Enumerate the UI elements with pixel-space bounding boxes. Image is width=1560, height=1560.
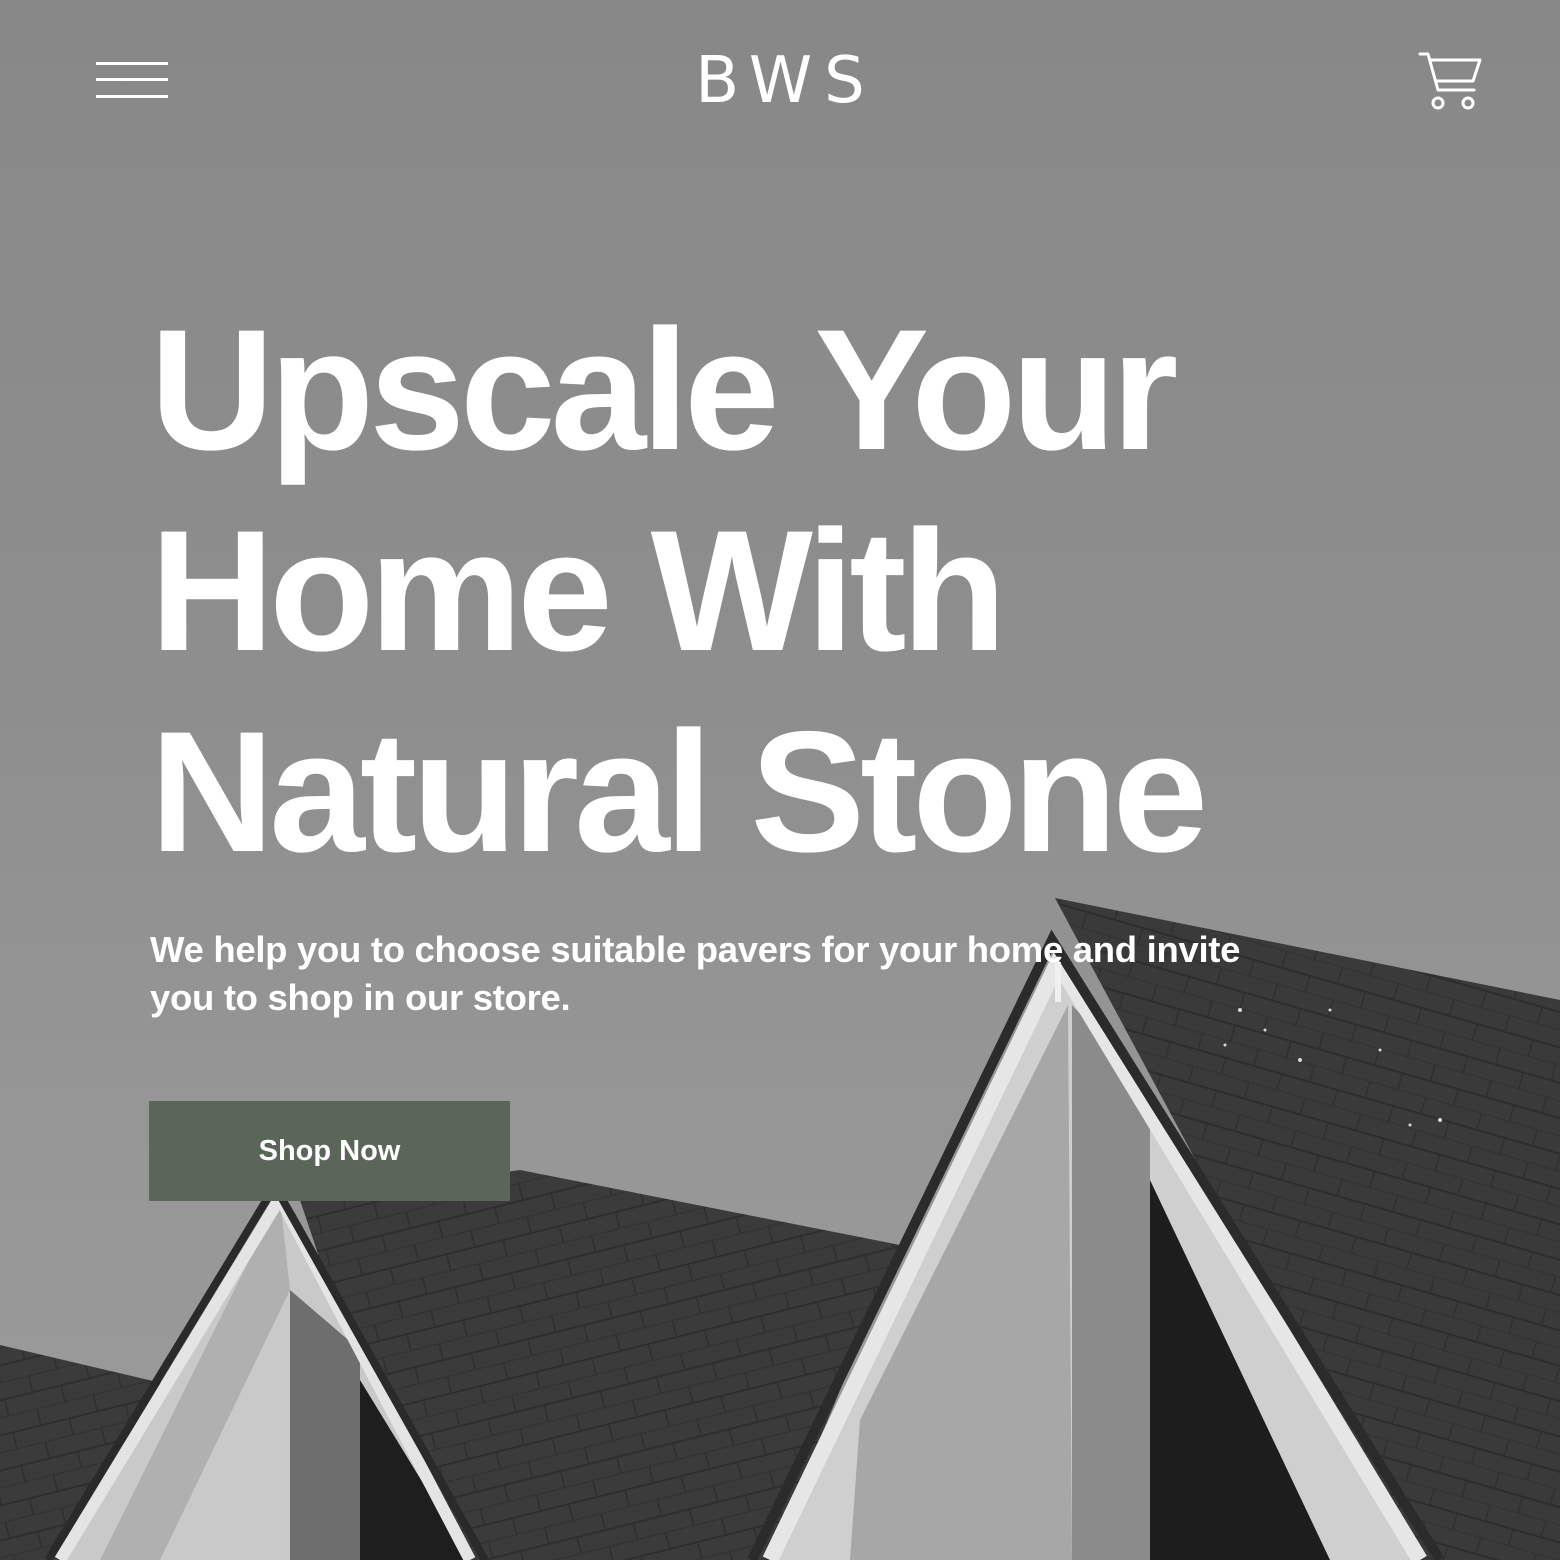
hero-subtext: We help you to choose suitable pavers fo… (150, 929, 1241, 1018)
headline-line-3: Natural Stone (150, 696, 1208, 888)
hero-page: BWS Upscale Your Home With Natural Stone… (0, 0, 1560, 1560)
hero-headline: Upscale Your Home With Natural Stone (150, 290, 1400, 893)
shopping-cart-icon[interactable] (1418, 50, 1484, 112)
hamburger-menu-icon[interactable] (96, 60, 168, 102)
shop-now-button[interactable]: Shop Now (149, 1101, 510, 1201)
headline-line-2: Home With (150, 495, 1007, 687)
brand-logo[interactable]: BWS (580, 46, 980, 116)
headline-line-1: Upscale Your (150, 294, 1178, 486)
site-header: BWS (0, 0, 1560, 170)
